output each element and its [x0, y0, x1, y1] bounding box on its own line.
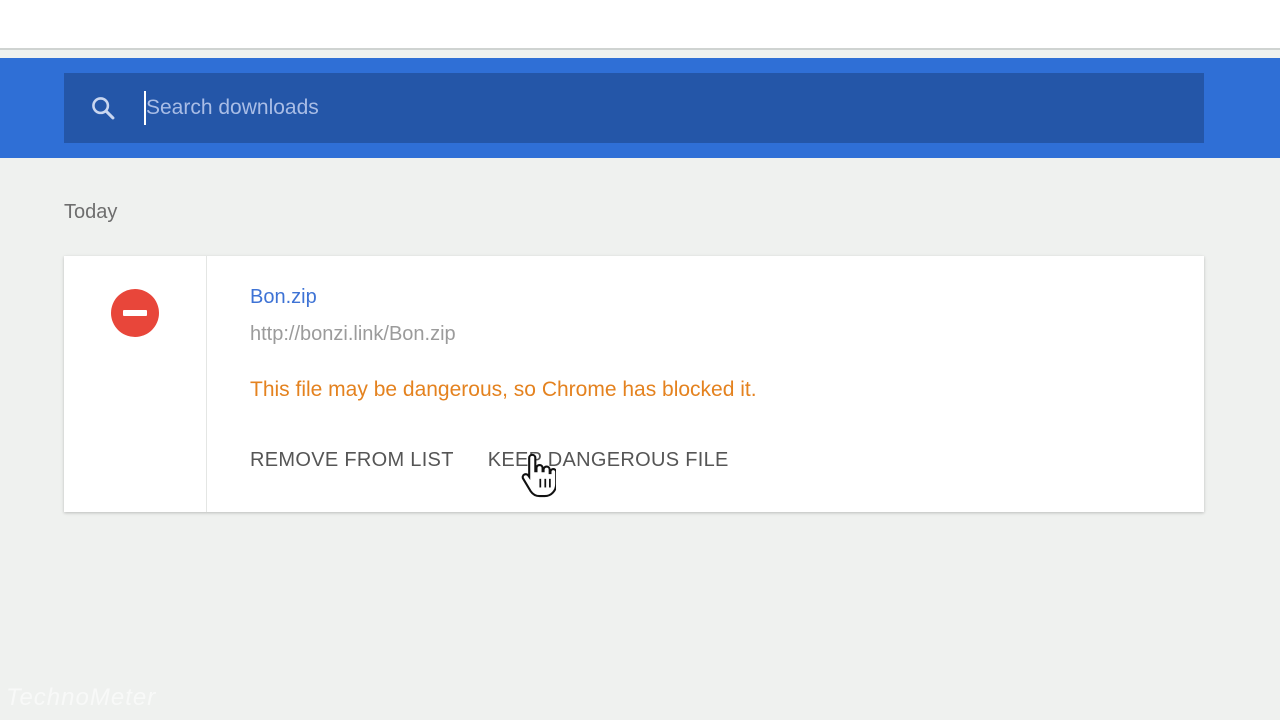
download-item-details: Bon.zip http://bonzi.link/Bon.zip This f… — [207, 256, 1204, 512]
watermark: TechnoMeter — [6, 684, 157, 711]
file-url: http://bonzi.link/Bon.zip — [250, 323, 456, 345]
search-icon[interactable] — [88, 93, 118, 123]
download-actions: REMOVE FROM LIST KEEP DANGEROUS FILE — [250, 449, 729, 472]
blocked-icon — [111, 289, 159, 337]
download-item-card: Bon.zip http://bonzi.link/Bon.zip This f… — [64, 256, 1204, 512]
search-box[interactable] — [64, 73, 1204, 143]
file-name-link[interactable]: Bon.zip — [250, 286, 317, 309]
danger-warning-text: This file may be dangerous, so Chrome ha… — [250, 378, 757, 401]
hand-cursor-icon — [521, 453, 556, 498]
remove-from-list-button[interactable]: REMOVE FROM LIST — [250, 449, 454, 472]
download-item-icon-column — [64, 256, 207, 512]
browser-top-strip — [0, 0, 1280, 50]
downloads-toolbar — [0, 58, 1280, 158]
date-section-label: Today — [64, 201, 118, 223]
search-input[interactable] — [144, 91, 1044, 125]
